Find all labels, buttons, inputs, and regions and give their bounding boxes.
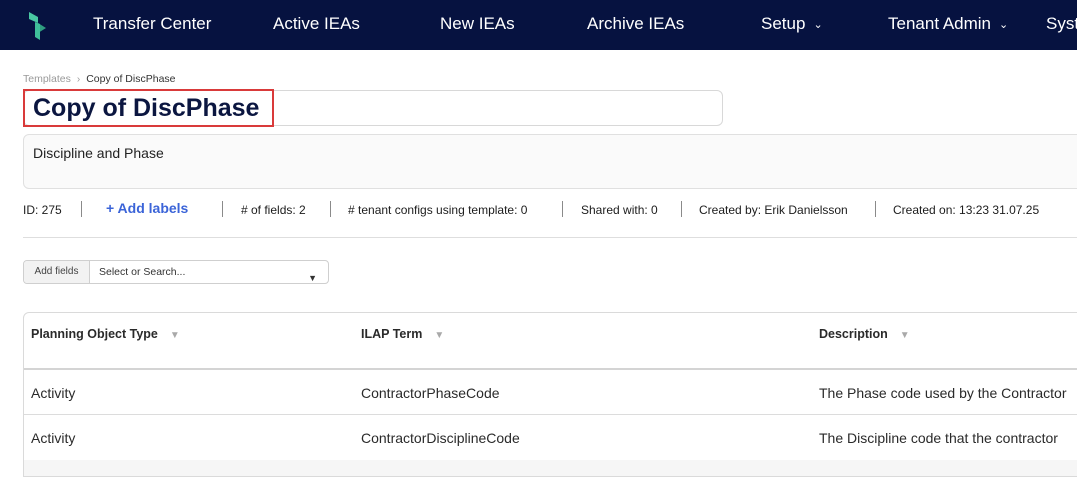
header-divider — [24, 368, 1077, 370]
meta-divider — [875, 201, 876, 217]
add-fields-placeholder: Select or Search... — [99, 266, 186, 278]
description-text: Discipline and Phase — [33, 145, 164, 161]
nav-tenant-admin-label: Tenant Admin — [888, 14, 992, 33]
title-highlight-box — [23, 89, 274, 127]
app-logo-icon[interactable] — [26, 10, 48, 42]
meta-divider — [222, 201, 223, 217]
cell-planning-object-type: Activity — [31, 385, 76, 401]
template-id: ID: 275 — [23, 203, 62, 217]
nav-setup-label: Setup — [761, 14, 806, 33]
top-nav: Transfer Center Active IEAs New IEAs Arc… — [0, 0, 1077, 50]
column-header-planning-object-type[interactable]: Planning Object Type ▼ — [31, 327, 180, 341]
nav-setup[interactable]: Setup ⌄ — [761, 0, 823, 50]
breadcrumb-current: Copy of DiscPhase — [86, 73, 176, 85]
description-textarea[interactable] — [23, 134, 1077, 189]
meta-divider — [330, 201, 331, 217]
created-on: Created on: 13:23 31.07.25 — [893, 203, 1040, 217]
add-fields-select[interactable]: Select or Search... ▼ — [91, 261, 329, 283]
column-header-label: Description — [819, 327, 888, 341]
nav-system-label: Syst — [1046, 14, 1077, 33]
breadcrumb-templates-link[interactable]: Templates — [23, 73, 71, 85]
chevron-down-icon: ⌄ — [999, 19, 1009, 31]
shared-with: Shared with: 0 — [581, 203, 658, 217]
column-header-label: Planning Object Type — [31, 327, 158, 341]
nav-active-ieas-label: Active IEAs — [273, 14, 360, 33]
column-header-label: ILAP Term — [361, 327, 423, 341]
cell-ilap-term: ContractorDisciplineCode — [361, 430, 520, 446]
nav-transfer-center[interactable]: Transfer Center — [93, 0, 211, 50]
fields-table: Planning Object Type ▼ ILAP Term ▼ Descrip… — [23, 312, 1077, 477]
tenant-configs-count: # tenant configs using template: 0 — [348, 203, 528, 217]
add-fields-label: Add fields — [24, 261, 90, 283]
meta-divider — [81, 201, 82, 217]
table-row-placeholder — [24, 460, 1077, 476]
cell-description: The Phase code used by the Contractor — [819, 385, 1067, 401]
filter-icon[interactable]: ▼ — [900, 330, 910, 341]
filter-icon[interactable]: ▼ — [434, 330, 444, 341]
nav-active-ieas[interactable]: Active IEAs — [273, 0, 360, 50]
meta-divider — [681, 201, 682, 217]
add-fields-control: Add fields Select or Search... ▼ — [23, 260, 329, 284]
nav-tenant-admin[interactable]: Tenant Admin ⌄ — [888, 0, 1008, 50]
meta-divider — [562, 201, 563, 217]
add-labels-button[interactable]: + Add labels — [106, 200, 188, 216]
filter-icon[interactable]: ▼ — [170, 330, 180, 341]
row-divider — [24, 414, 1077, 415]
chevron-right-icon: › — [76, 74, 81, 85]
created-by: Created by: Erik Danielsson — [699, 203, 848, 217]
nav-new-ieas[interactable]: New IEAs — [440, 0, 515, 50]
caret-down-icon: ▼ — [308, 273, 317, 283]
nav-new-ieas-label: New IEAs — [440, 14, 515, 33]
nav-transfer-center-label: Transfer Center — [93, 14, 212, 33]
section-divider — [23, 237, 1077, 238]
chevron-down-icon: ⌄ — [813, 19, 823, 31]
fields-count: # of fields: 2 — [241, 203, 306, 217]
nav-archive-ieas[interactable]: Archive IEAs — [587, 0, 684, 50]
column-header-description[interactable]: Description ▼ — [819, 327, 910, 341]
column-header-ilap-term[interactable]: ILAP Term ▼ — [361, 327, 444, 341]
nav-system[interactable]: Syst — [1046, 0, 1077, 50]
cell-ilap-term: ContractorPhaseCode — [361, 385, 500, 401]
cell-planning-object-type: Activity — [31, 430, 76, 446]
cell-description: The Discipline code that the contractor — [819, 430, 1058, 446]
breadcrumb: Templates › Copy of DiscPhase — [23, 73, 176, 85]
nav-archive-ieas-label: Archive IEAs — [587, 14, 685, 33]
